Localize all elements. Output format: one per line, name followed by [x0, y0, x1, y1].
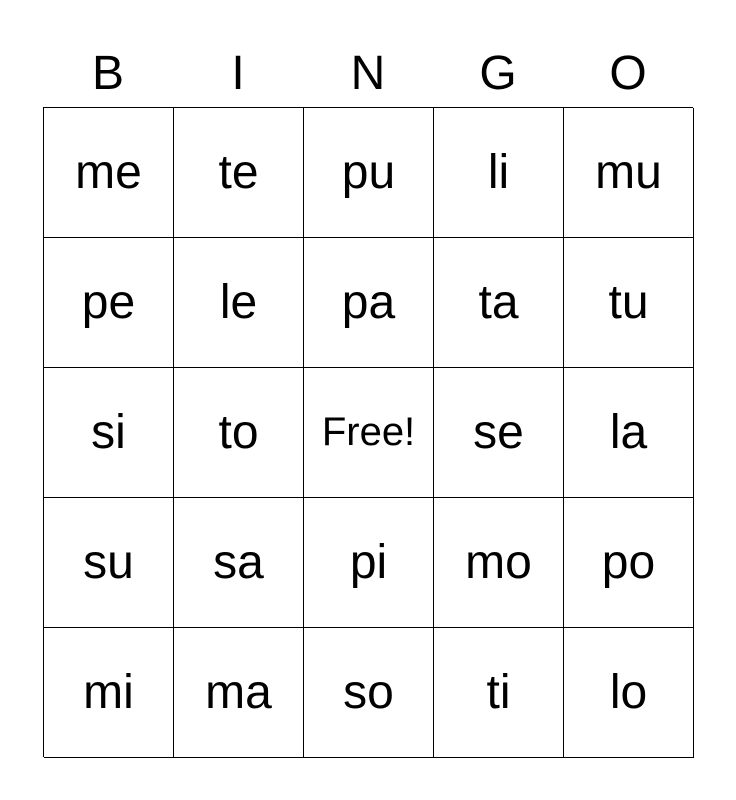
bingo-cell: to	[174, 368, 304, 498]
bingo-cell: li	[434, 108, 564, 238]
bingo-cell: so	[304, 628, 434, 758]
bingo-cell: lo	[564, 628, 694, 758]
bingo-cell: le	[174, 238, 304, 368]
bingo-cell: ma	[174, 628, 304, 758]
bingo-cell: pu	[304, 108, 434, 238]
bingo-cell: po	[564, 498, 694, 628]
bingo-cell: sa	[174, 498, 304, 628]
bingo-cell: pe	[44, 238, 174, 368]
bingo-cell: ta	[434, 238, 564, 368]
bingo-cell: pa	[304, 238, 434, 368]
bingo-cell: tu	[564, 238, 694, 368]
bingo-cell: te	[174, 108, 304, 238]
bingo-header: BINGO	[43, 42, 693, 106]
bingo-cell: si	[44, 368, 174, 498]
header-letter: O	[609, 47, 647, 100]
free-cell: Free!	[304, 368, 434, 498]
bingo-cell: pi	[304, 498, 434, 628]
header-letter: I	[231, 47, 245, 100]
header-letter: G	[479, 47, 517, 100]
bingo-cell: ti	[434, 628, 564, 758]
header-letter: B	[91, 47, 124, 100]
bingo-cell: mu	[564, 108, 694, 238]
bingo-cell: mi	[44, 628, 174, 758]
bingo-cell: se	[434, 368, 564, 498]
bingo-grid: me te pu li mu pe le pa ta tu si to Free! se la su sa pi m…	[43, 107, 694, 758]
bingo-cell: me	[44, 108, 174, 238]
header-letter: N	[350, 47, 386, 100]
bingo-cell: la	[564, 368, 694, 498]
bingo-cell: su	[44, 498, 174, 628]
bingo-cell: mo	[434, 498, 564, 628]
